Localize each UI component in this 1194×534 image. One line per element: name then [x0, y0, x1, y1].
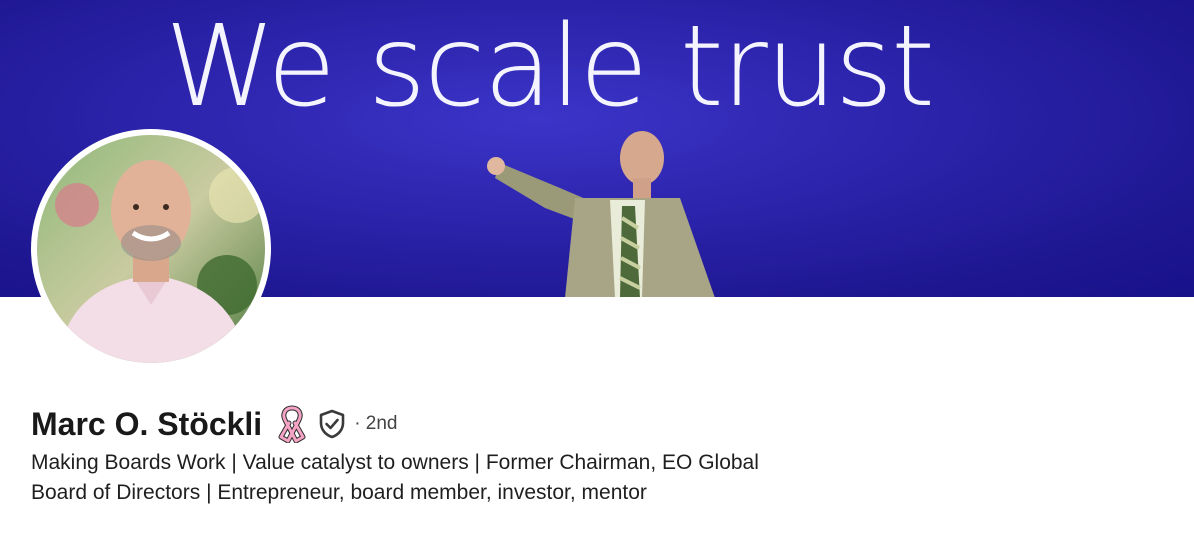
profile-headline: Making Boards Work | Value catalyst to o… — [31, 451, 759, 504]
verified-shield-icon[interactable] — [318, 409, 346, 439]
speaker-figure — [487, 131, 715, 297]
pink-ribbon-icon — [276, 405, 308, 443]
banner-slogan: We scale trust — [165, 2, 935, 132]
profile-name-row: Marc O. Stöckli · 2nd — [31, 402, 398, 446]
profile-avatar[interactable] — [31, 129, 271, 369]
avatar-photo — [37, 135, 265, 363]
profile-name: Marc O. Stöckli — [31, 405, 263, 442]
connection-degree: · 2nd — [354, 413, 398, 434]
